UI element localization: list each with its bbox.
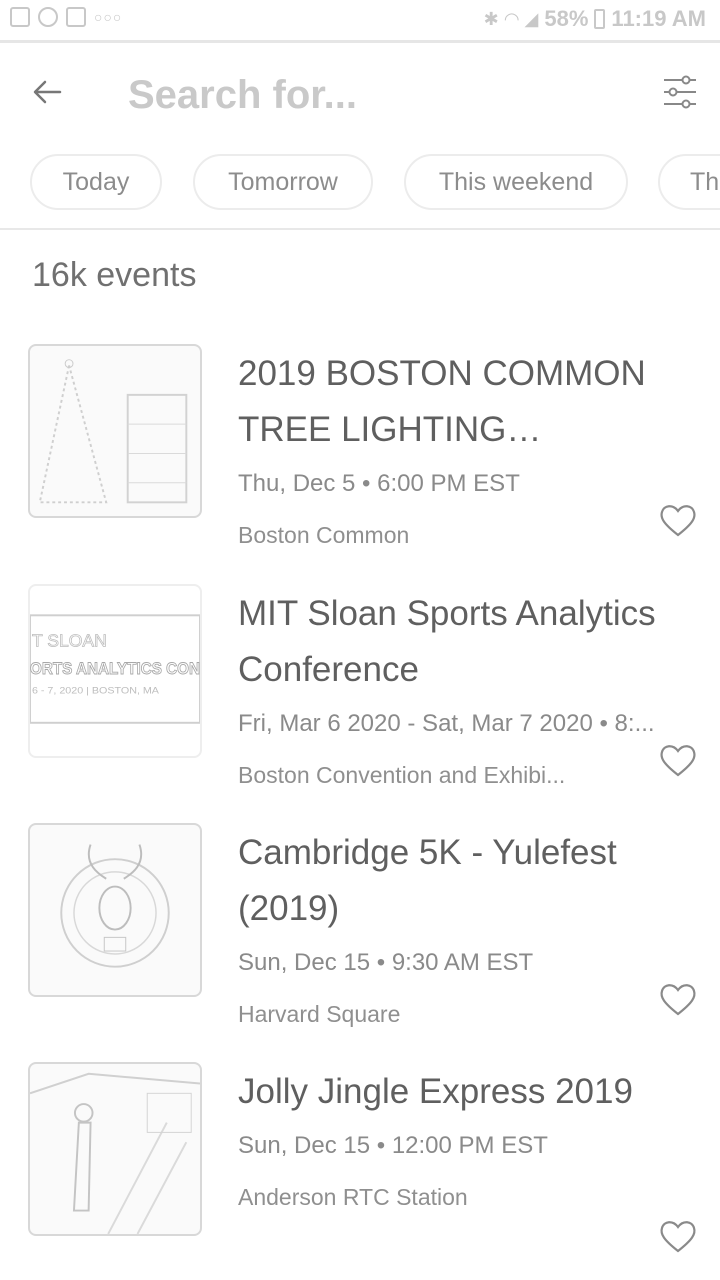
chips-divider: [0, 228, 720, 230]
heart-icon[interactable]: [658, 742, 698, 778]
battery-icon: [594, 9, 606, 29]
chip-tomorrow[interactable]: Tomorrow: [193, 154, 373, 210]
event-card[interactable]: T SLOAN ORTS ANALYTICS CON 6 - 7, 2020 |…: [0, 584, 720, 788]
battery-percent: 58%: [544, 6, 589, 31]
event-title: Jolly Jingle Express 2019: [238, 1072, 633, 1111]
event-venue: Boston Convention and Exhibi...: [238, 762, 566, 788]
heart-icon[interactable]: [658, 502, 698, 538]
event-title: Cambridge 5K - Yulefest (2019): [238, 833, 617, 928]
pinwheel-icon: [38, 7, 58, 27]
status-bar: ○○○ ✱ ◠ ◢ 58% 11:19 AM: [0, 0, 720, 40]
more-dots-icon: ○○○: [94, 9, 123, 25]
event-card[interactable]: Cambridge 5K - Yulefest (2019) Sun, Dec …: [0, 823, 720, 1027]
bluetooth-icon: ✱: [483, 8, 499, 29]
status-left-icons: ○○○: [10, 7, 122, 27]
tree-lighting-image: [28, 344, 202, 518]
sliders-icon: [664, 75, 696, 109]
event-title: 2019 BOSTON COMMON TREE LIGHTING CEREMON…: [238, 354, 646, 449]
event-datetime: Thu, Dec 5 • 6:00 PM EST: [238, 470, 520, 497]
wifi-icon: ◠: [504, 8, 519, 29]
event-datetime: Sun, Dec 15 • 9:30 AM EST: [238, 949, 534, 976]
check-flag-icon: [66, 7, 86, 27]
event-venue: Anderson RTC Station: [238, 1184, 468, 1210]
banner-line-1: T SLOAN: [32, 631, 107, 651]
back-button[interactable]: [26, 70, 70, 114]
date-filter-chips: Today Tomorrow This weekend Th: [0, 154, 720, 214]
event-datetime: Sun, Dec 15 • 12:00 PM EST: [238, 1132, 548, 1159]
arrow-left-icon: [33, 80, 62, 104]
chip-next[interactable]: Th: [658, 154, 720, 210]
banner-line-2: ORTS ANALYTICS CON: [30, 659, 200, 678]
status-divider: [0, 40, 720, 43]
event-card[interactable]: 2019 BOSTON COMMON TREE LIGHTING CEREMON…: [0, 344, 720, 548]
status-time: 11:19 AM: [611, 6, 706, 31]
event-datetime: Fri, Mar 6 2020 - Sat, Mar 7 2020 • 8:..…: [238, 710, 655, 737]
heart-icon[interactable]: [658, 981, 698, 1017]
reindeer-badge-image: [28, 823, 202, 997]
banner-line-3: 6 - 7, 2020 | BOSTON, MA: [32, 685, 159, 695]
street-scene-image: [28, 1062, 202, 1236]
status-right-icons: ✱ ◠ ◢ 58% 11:19 AM: [484, 6, 706, 32]
sports-analytics-banner-image: T SLOAN ORTS ANALYTICS CON 6 - 7, 2020 |…: [28, 584, 202, 758]
chip-today[interactable]: Today: [30, 154, 162, 210]
event-venue: Boston Common: [238, 522, 410, 548]
filter-button[interactable]: [660, 72, 700, 112]
screenshot-icon: [10, 7, 30, 27]
heart-icon[interactable]: [658, 1218, 698, 1254]
event-count: 16k events: [32, 256, 197, 294]
search-input[interactable]: [126, 66, 610, 124]
event-title: MIT Sloan Sports Analytics Conference: [238, 594, 656, 689]
event-card[interactable]: Jolly Jingle Express 2019 Sun, Dec 15 • …: [0, 1062, 720, 1262]
chip-this-weekend[interactable]: This weekend: [404, 154, 628, 210]
signal-icon: ◢: [524, 8, 539, 29]
event-venue: Harvard Square: [238, 1001, 401, 1027]
